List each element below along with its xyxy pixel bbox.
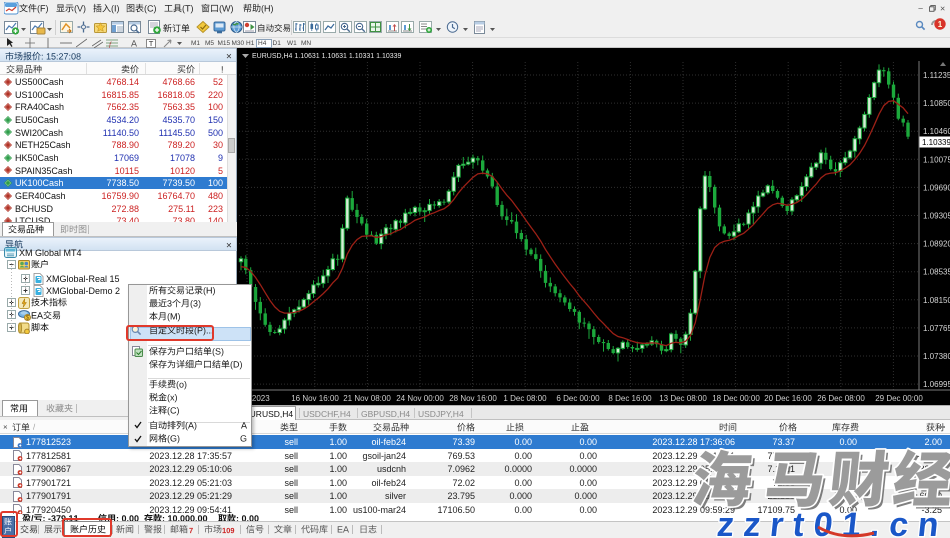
- svg-text:1.10075: 1.10075: [923, 155, 950, 164]
- svg-text:1.08150: 1.08150: [923, 296, 950, 305]
- svg-text:T: T: [149, 39, 154, 48]
- svg-text:1.07765: 1.07765: [923, 324, 950, 333]
- svg-text:1.09305: 1.09305: [923, 212, 950, 221]
- svg-text:1.10339: 1.10339: [922, 138, 950, 147]
- svg-text:1.10850: 1.10850: [923, 99, 950, 108]
- svg-text:1 Dec 08:00: 1 Dec 08:00: [503, 394, 547, 403]
- svg-text:1.08535: 1.08535: [923, 268, 950, 277]
- svg-text:1.10460: 1.10460: [923, 127, 950, 136]
- svg-text:28 Nov 16:00: 28 Nov 16:00: [449, 394, 497, 403]
- svg-text:1.11235: 1.11235: [923, 71, 950, 80]
- svg-text:18 Dec 00:00: 18 Dec 00:00: [712, 394, 760, 403]
- svg-text:8 Dec 16:00: 8 Dec 16:00: [608, 394, 652, 403]
- svg-text:1.08920: 1.08920: [923, 240, 950, 249]
- svg-text:6 Dec 00:00: 6 Dec 00:00: [556, 394, 600, 403]
- svg-text:EURUSD,H4 1.10631 1.10631 1.1: EURUSD,H4 1.10631 1.10631 1.10331 1.1033…: [252, 53, 402, 60]
- svg-text:f: f: [109, 41, 112, 48]
- svg-text:20 Dec 16:00: 20 Dec 16:00: [764, 394, 812, 403]
- svg-text:21 Nov 08:00: 21 Nov 08:00: [343, 394, 391, 403]
- svg-text:16 Nov 16:00: 16 Nov 16:00: [291, 394, 339, 403]
- svg-text:1: 1: [938, 20, 943, 29]
- svg-text:24 Nov 00:00: 24 Nov 00:00: [396, 394, 444, 403]
- svg-text:26 Dec 08:00: 26 Dec 08:00: [817, 394, 865, 403]
- svg-text:1.07380: 1.07380: [923, 352, 950, 361]
- svg-text:29 Dec 00:00: 29 Dec 00:00: [875, 394, 923, 403]
- svg-text:1.09690: 1.09690: [923, 183, 950, 192]
- svg-text:1.06995: 1.06995: [923, 380, 950, 389]
- svg-text:13 Dec 08:00: 13 Dec 08:00: [659, 394, 707, 403]
